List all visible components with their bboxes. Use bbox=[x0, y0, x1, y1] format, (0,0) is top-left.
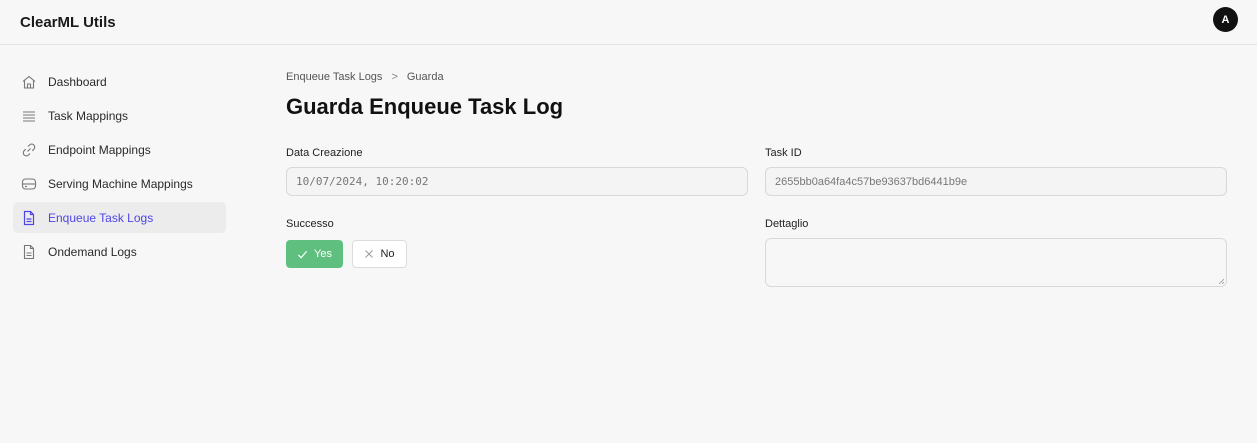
dettaglio-textarea[interactable] bbox=[765, 238, 1227, 287]
sidebar: Dashboard Task Mappings Endpoint Mapping… bbox=[13, 66, 226, 270]
breadcrumb: Enqueue Task Logs > Guarda bbox=[286, 71, 444, 83]
app-title[interactable]: ClearML Utils bbox=[20, 14, 116, 31]
sidebar-item-endpoint-mappings[interactable]: Endpoint Mappings bbox=[13, 134, 226, 165]
data-creazione-field[interactable]: 10/07/2024, 10:20:02 bbox=[286, 167, 748, 196]
successo-yes-button[interactable]: Yes bbox=[286, 240, 343, 268]
avatar[interactable]: A bbox=[1213, 7, 1238, 32]
breadcrumb-parent-link[interactable]: Enqueue Task Logs bbox=[286, 71, 382, 83]
sidebar-item-task-mappings[interactable]: Task Mappings bbox=[13, 100, 226, 131]
top-bar: ClearML Utils A bbox=[0, 0, 1257, 45]
task-id-label: Task ID bbox=[765, 147, 802, 159]
successo-label: Successo bbox=[286, 218, 334, 230]
document-icon bbox=[21, 210, 37, 226]
successo-no-button[interactable]: No bbox=[352, 240, 407, 268]
document-icon bbox=[21, 244, 37, 260]
sidebar-item-label: Ondemand Logs bbox=[48, 244, 137, 259]
home-icon bbox=[21, 74, 37, 90]
check-icon bbox=[297, 249, 308, 260]
close-icon bbox=[364, 249, 374, 259]
sidebar-item-label: Serving Machine Mappings bbox=[48, 176, 193, 191]
data-creazione-label: Data Creazione bbox=[286, 147, 363, 159]
page-title: Guarda Enqueue Task Log bbox=[286, 94, 564, 119]
sidebar-item-dashboard[interactable]: Dashboard bbox=[13, 66, 226, 97]
server-icon bbox=[21, 176, 37, 192]
list-icon bbox=[21, 108, 37, 124]
task-id-field[interactable]: 2655bb0a64fa4c57be93637bd6441b9e bbox=[765, 167, 1227, 196]
breadcrumb-current: Guarda bbox=[406, 71, 444, 83]
sidebar-item-serving-machine-mappings[interactable]: Serving Machine Mappings bbox=[13, 168, 226, 199]
sidebar-item-ondemand-logs[interactable]: Ondemand Logs bbox=[13, 236, 226, 267]
sidebar-item-label: Enqueue Task Logs bbox=[48, 210, 154, 225]
dettaglio-label: Dettaglio bbox=[765, 218, 809, 230]
link-icon bbox=[21, 142, 37, 158]
sidebar-item-label: Endpoint Mappings bbox=[48, 142, 151, 157]
resize-handle-icon[interactable] bbox=[1218, 278, 1224, 284]
sidebar-item-label: Dashboard bbox=[48, 74, 107, 89]
sidebar-item-enqueue-task-logs[interactable]: Enqueue Task Logs bbox=[13, 202, 226, 233]
breadcrumb-separator: > bbox=[391, 71, 398, 83]
sidebar-item-label: Task Mappings bbox=[48, 108, 129, 123]
successo-yes-label: Yes bbox=[314, 248, 332, 260]
successo-no-label: No bbox=[380, 248, 395, 260]
